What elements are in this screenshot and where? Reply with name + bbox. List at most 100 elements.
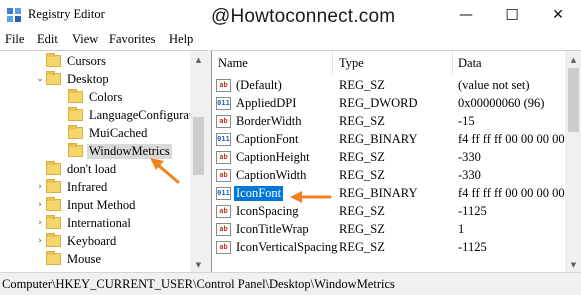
value-name: IconSpacing bbox=[236, 204, 299, 218]
menu-bar: File Edit View Favorites Help bbox=[0, 30, 581, 50]
column-header-name[interactable]: Name bbox=[218, 51, 248, 75]
tree-scrollbar[interactable]: ▲ ▼ bbox=[190, 51, 207, 273]
column-divider[interactable] bbox=[452, 51, 453, 75]
value-row[interactable]: ab IconTitleWrap REG_SZ 1 bbox=[212, 221, 565, 239]
string-value-icon: ab bbox=[216, 115, 231, 128]
chevron-right-icon[interactable]: › bbox=[34, 181, 46, 193]
menu-help[interactable]: Help bbox=[169, 32, 193, 47]
tree-item-label: MuiCached bbox=[89, 125, 148, 140]
values-pane[interactable]: Name Type Data ab (Default) REG_SZ (valu… bbox=[211, 50, 581, 273]
string-value-icon: ab bbox=[216, 79, 231, 92]
value-type: REG_DWORD bbox=[339, 96, 418, 110]
value-name: BorderWidth bbox=[236, 114, 302, 128]
tree-item-label: Infrared bbox=[67, 179, 108, 194]
chevron-down-icon[interactable]: ⌄ bbox=[34, 73, 46, 85]
tree-item-dont-load[interactable]: don't load bbox=[34, 160, 118, 178]
scroll-down-icon[interactable]: ▼ bbox=[565, 256, 581, 273]
value-row[interactable]: ab IconVerticalSpacing REG_SZ -1125 bbox=[212, 239, 565, 257]
chevron-right-icon[interactable]: › bbox=[34, 199, 46, 211]
value-name: IconVerticalSpacing bbox=[236, 240, 338, 254]
value-name: CaptionWidth bbox=[236, 168, 307, 182]
menu-edit[interactable]: Edit bbox=[37, 32, 58, 47]
value-type: REG_SZ bbox=[339, 168, 385, 182]
folder-icon bbox=[68, 143, 83, 157]
tree-item-muicached[interactable]: MuiCached bbox=[56, 124, 149, 142]
value-type: REG_BINARY bbox=[339, 186, 418, 200]
menu-file[interactable]: File bbox=[5, 32, 24, 47]
menu-view[interactable]: View bbox=[72, 32, 98, 47]
folder-icon bbox=[46, 215, 61, 229]
minimize-button[interactable]: — bbox=[443, 0, 489, 30]
values-scrollbar[interactable]: ▲ ▼ bbox=[565, 51, 581, 273]
values-scroll-thumb[interactable] bbox=[568, 68, 579, 132]
tree-expander bbox=[56, 127, 68, 139]
close-button[interactable]: ✕ bbox=[535, 0, 581, 30]
value-type: REG_BINARY bbox=[339, 132, 418, 146]
maximize-button[interactable]: ☐ bbox=[489, 0, 535, 30]
column-divider[interactable] bbox=[332, 51, 333, 75]
tree-expander bbox=[34, 253, 46, 265]
tree-item-colors[interactable]: Colors bbox=[56, 88, 124, 106]
tree-item-label: Input Method bbox=[67, 197, 136, 212]
tree-item-label: don't load bbox=[67, 161, 117, 176]
folder-icon bbox=[68, 125, 83, 139]
status-bar: Computer\HKEY_CURRENT_USER\Control Panel… bbox=[0, 272, 581, 295]
tree-item-cursors[interactable]: Cursors bbox=[34, 52, 108, 70]
title-bar: Registry Editor @Howtoconnect.com — ☐ ✕ bbox=[0, 0, 581, 30]
tree-expander bbox=[56, 91, 68, 103]
value-type: REG_SZ bbox=[339, 240, 385, 254]
value-row[interactable]: ab CaptionWidth REG_SZ -330 bbox=[212, 167, 565, 185]
folder-icon bbox=[46, 53, 61, 67]
tree-item-languageconfiguration[interactable]: LanguageConfigurati bbox=[56, 106, 198, 124]
tree-item-international[interactable]: › International bbox=[34, 214, 133, 232]
value-data: -330 bbox=[458, 150, 481, 164]
value-data: -1125 bbox=[458, 204, 487, 218]
tree-item-desktop[interactable]: ⌄ Desktop bbox=[34, 70, 111, 88]
tree-expander bbox=[56, 109, 68, 121]
tree-item-input-method[interactable]: › Input Method bbox=[34, 196, 137, 214]
value-data: 0x00000060 (96) bbox=[458, 96, 545, 110]
tree-scroll-thumb[interactable] bbox=[193, 117, 204, 175]
tree-item-infrared[interactable]: › Infrared bbox=[34, 178, 109, 196]
tree-item-label: WindowMetrics bbox=[87, 143, 172, 159]
value-name: CaptionFont bbox=[236, 132, 299, 146]
tree-expander[interactable] bbox=[34, 55, 46, 67]
string-value-icon: ab bbox=[216, 169, 231, 182]
value-row-selected[interactable]: 011 IconFont REG_BINARY f4 ff ff ff 00 0… bbox=[212, 185, 581, 203]
tree-expander bbox=[56, 145, 68, 157]
value-row[interactable]: ab (Default) REG_SZ (value not set) bbox=[212, 77, 565, 95]
string-value-icon: ab bbox=[216, 223, 231, 236]
scroll-up-icon[interactable]: ▲ bbox=[565, 51, 581, 68]
folder-icon bbox=[46, 233, 61, 247]
value-data: 1 bbox=[458, 222, 465, 236]
folder-icon bbox=[46, 197, 61, 211]
value-name: IconFont bbox=[232, 185, 285, 202]
value-name: CaptionHeight bbox=[236, 150, 310, 164]
scroll-up-icon[interactable]: ▲ bbox=[190, 51, 207, 68]
value-data: f4 ff ff ff 00 00 00 00 00 00 bbox=[458, 132, 581, 146]
tree-item-label: Colors bbox=[89, 89, 123, 104]
tree-pane[interactable]: Cursors ⌄ Desktop Colors LanguageConfigu… bbox=[0, 50, 208, 273]
tree-expander bbox=[34, 163, 46, 175]
value-row[interactable]: ab BorderWidth REG_SZ -15 bbox=[212, 113, 565, 131]
watermark-text: @Howtoconnect.com bbox=[211, 6, 396, 27]
folder-icon bbox=[46, 179, 61, 193]
chevron-right-icon[interactable]: › bbox=[34, 217, 46, 229]
tree-item-windowmetrics[interactable]: WindowMetrics bbox=[56, 142, 172, 160]
value-row[interactable]: ab CaptionHeight REG_SZ -330 bbox=[212, 149, 565, 167]
column-header-data[interactable]: Data bbox=[458, 51, 482, 75]
folder-icon bbox=[46, 251, 61, 265]
scroll-down-icon[interactable]: ▼ bbox=[190, 256, 207, 273]
value-row[interactable]: 011 AppliedDPI REG_DWORD 0x00000060 (96) bbox=[212, 95, 565, 113]
value-row[interactable]: 011 CaptionFont REG_BINARY f4 ff ff ff 0… bbox=[212, 131, 581, 149]
menu-favorites[interactable]: Favorites bbox=[109, 32, 156, 47]
tree-item-mouse[interactable]: Mouse bbox=[34, 250, 103, 268]
folder-icon bbox=[46, 71, 61, 85]
folder-icon bbox=[68, 107, 83, 121]
tree-item-keyboard[interactable]: › Keyboard bbox=[34, 232, 118, 250]
column-header-type[interactable]: Type bbox=[339, 51, 364, 75]
value-row[interactable]: ab IconSpacing REG_SZ -1125 bbox=[212, 203, 565, 221]
tree-item-label: LanguageConfigurati bbox=[89, 107, 196, 122]
tree-item-label: Mouse bbox=[67, 251, 102, 266]
chevron-right-icon[interactable]: › bbox=[34, 235, 46, 247]
